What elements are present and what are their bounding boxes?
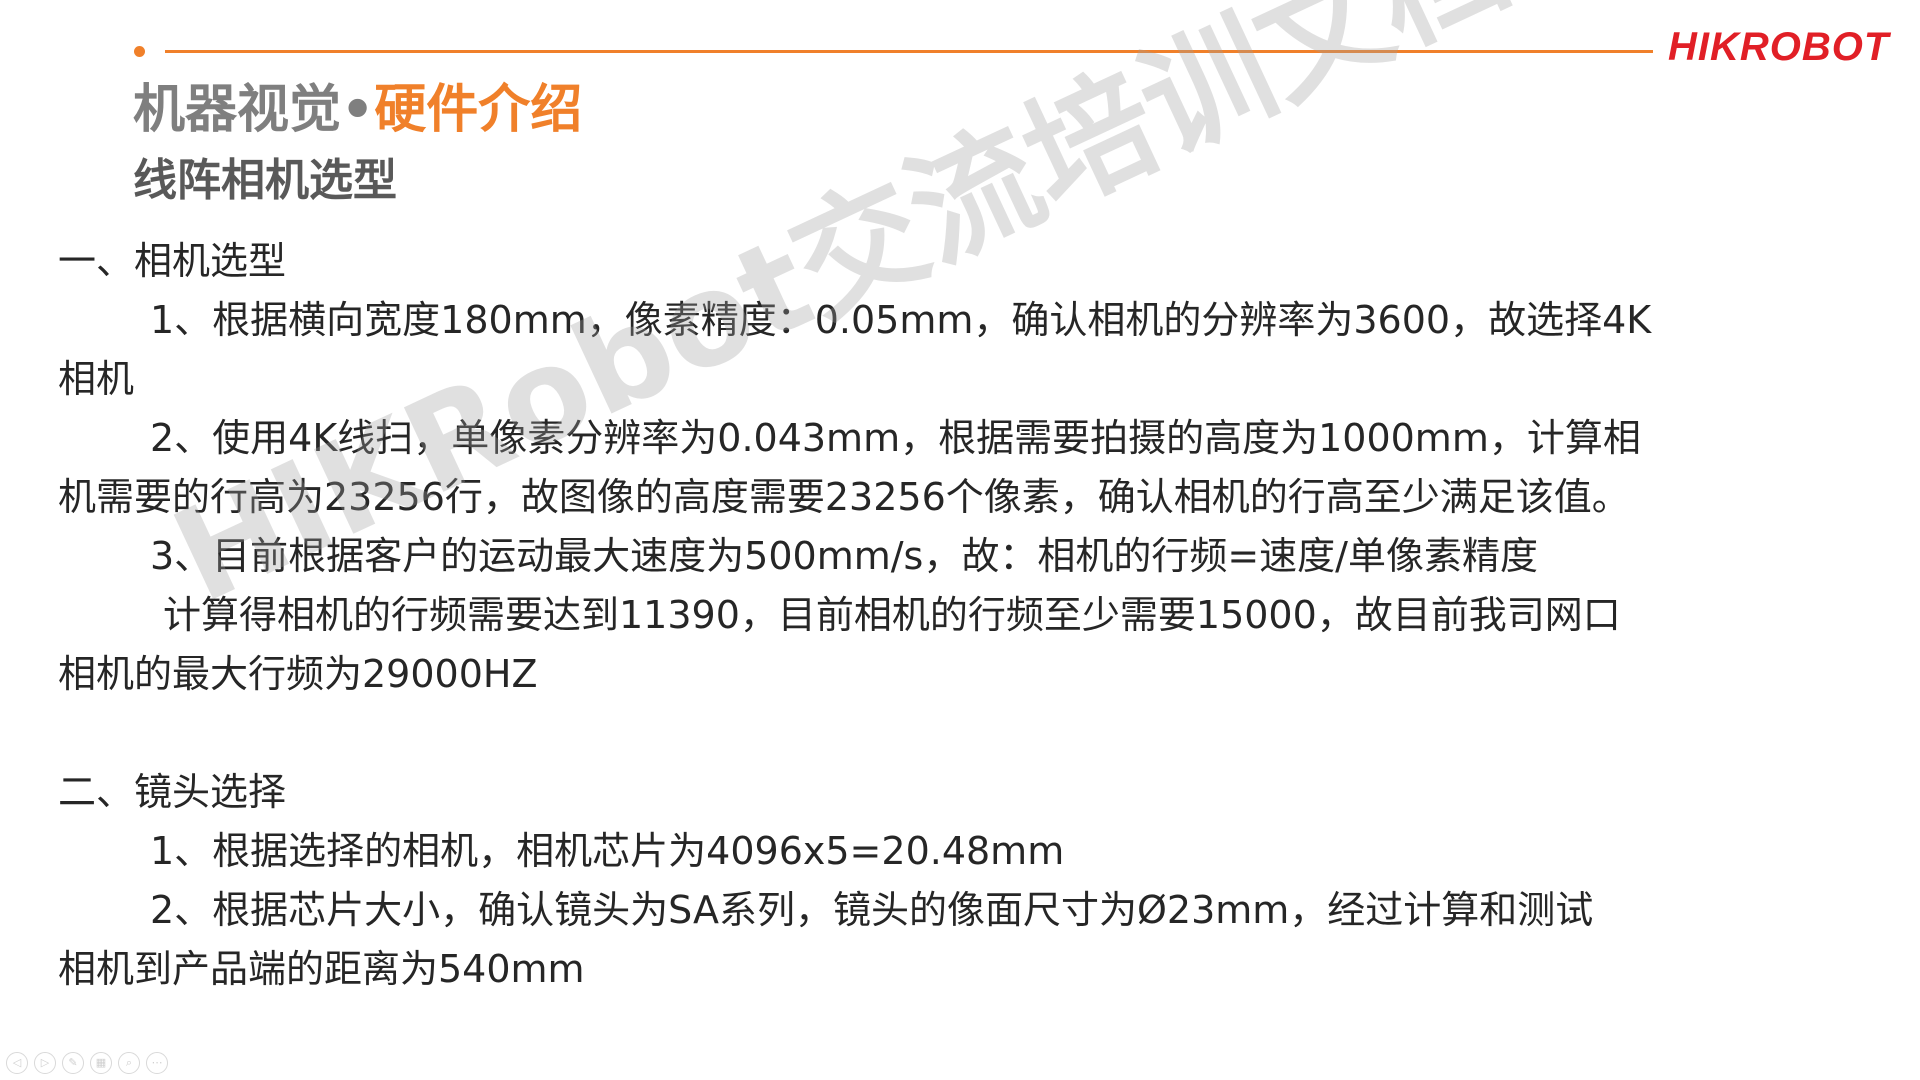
header-rule — [165, 50, 1653, 53]
paragraph-line: 2、使用4K线扫，单像素分辨率为0.043mm，根据需要拍摄的高度为1000mm… — [150, 416, 1641, 460]
zoom-icon[interactable]: ⌕ — [118, 1052, 140, 1074]
slide-body: 一、相机选型 1、根据横向宽度180mm，像素精度：0.05mm，确认相机的分辨… — [58, 232, 1778, 999]
title-highlight: 硬件介绍 — [374, 80, 583, 140]
slide: HIKROBOT 机器视觉•硬件介绍 线阵相机选型 一、相机选型 1、根据横向宽… — [0, 0, 1920, 1080]
section-heading-lens: 二、镜头选择 — [58, 770, 287, 814]
section-heading-camera: 一、相机选型 — [58, 239, 287, 283]
paragraph-line: 计算得相机的行频需要达到11390，目前相机的行频至少需要15000，故目前我司… — [163, 593, 1621, 637]
paragraph-line: 1、根据横向宽度180mm，像素精度：0.05mm，确认相机的分辨率为3600，… — [150, 298, 1652, 342]
paragraph-line: 相机到产品端的距离为540mm — [58, 947, 585, 991]
header-dot — [134, 46, 145, 57]
slides-overview-icon[interactable]: ▦ — [90, 1052, 112, 1074]
paragraph-line: 机需要的行高为23256行，故图像的高度需要23256个像素，确认相机的行高至少… — [58, 475, 1630, 519]
paragraph-line: 3、目前根据客户的运动最大速度为500mm/s，故：相机的行频=速度/单像素精度 — [150, 534, 1538, 578]
paragraph-line: 相机的最大行频为29000HZ — [58, 652, 538, 696]
logo-text-hik: HIK — [1668, 25, 1740, 69]
logo-text-robot: ROBOT — [1739, 25, 1890, 69]
next-slide-icon[interactable]: ▷ — [34, 1052, 56, 1074]
paragraph-line: 相机 — [58, 357, 135, 401]
title-prefix: 机器视觉• — [133, 80, 375, 140]
paragraph-line: 2、根据芯片大小，确认镜头为SA系列，镜头的像面尺寸为Ø23mm，经过计算和测试 — [150, 888, 1594, 932]
previous-slide-icon[interactable]: ◁ — [6, 1052, 28, 1074]
pen-icon[interactable]: ✎ — [62, 1052, 84, 1074]
presentation-toolbar: ◁ ▷ ✎ ▦ ⌕ ⋯ — [6, 1052, 168, 1074]
hikrobot-logo: HIKROBOT — [1668, 22, 1898, 72]
more-options-icon[interactable]: ⋯ — [146, 1052, 168, 1074]
slide-subtitle: 线阵相机选型 — [133, 155, 397, 206]
slide-title: 机器视觉•硬件介绍 — [133, 74, 582, 146]
paragraph-line: 1、根据选择的相机，相机芯片为4096x5=20.48mm — [150, 829, 1065, 873]
